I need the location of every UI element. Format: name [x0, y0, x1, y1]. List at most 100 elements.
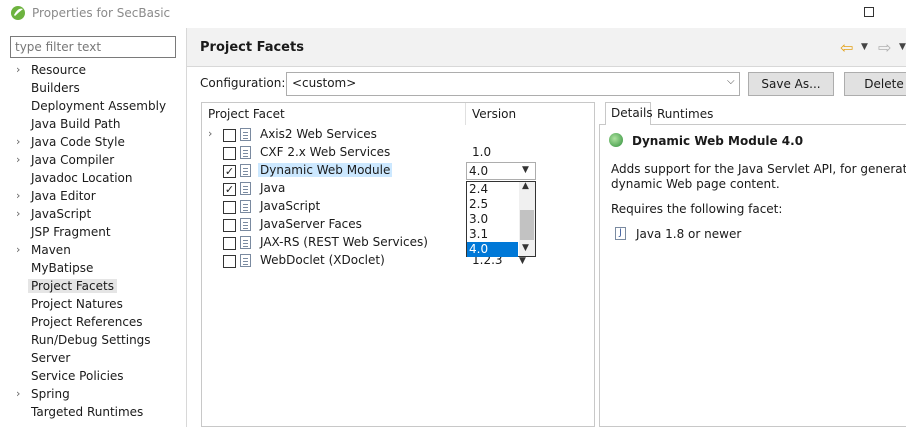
chevron-down-icon[interactable]: ▼: [519, 256, 526, 266]
facet-document-icon: [240, 164, 251, 177]
nav-item-label: Targeted Runtimes: [31, 405, 144, 419]
column-separator[interactable]: [465, 103, 466, 125]
details-description-line-1: Adds support for the Java Servlet API, f…: [611, 162, 906, 176]
nav-item-java-editor[interactable]: › Java Editor: [0, 188, 186, 206]
chevron-right-icon[interactable]: ›: [16, 63, 20, 76]
facet-name: JAX-RS (REST Web Services): [260, 235, 428, 249]
facet-checkbox[interactable]: [223, 237, 236, 250]
nav-item-deployment-assembly[interactable]: Deployment Assembly: [0, 98, 186, 116]
facet-document-icon: [240, 218, 251, 231]
filter-input[interactable]: [10, 36, 176, 58]
nav-item-label: Java Build Path: [31, 117, 121, 131]
facet-row[interactable]: › Axis2 Web Services: [202, 126, 594, 144]
window-title: Properties for SecBasic: [32, 6, 171, 20]
delete-button[interactable]: Delete: [844, 72, 906, 96]
nav-item-label: Javadoc Location: [31, 171, 133, 185]
nav-item-targeted-runtimes[interactable]: Targeted Runtimes: [0, 404, 186, 422]
nav-item-project-references[interactable]: Project References: [0, 314, 186, 332]
web-module-globe-icon: [609, 133, 623, 147]
facet-name: Dynamic Web Module: [258, 163, 393, 177]
scrollbar-thumb[interactable]: [520, 210, 534, 240]
tab-details-label[interactable]: Details: [611, 106, 653, 120]
nav-item-label: Project Natures: [31, 297, 123, 311]
facet-checkbox[interactable]: [223, 201, 236, 214]
back-history-dropdown-icon[interactable]: ▼: [861, 42, 868, 52]
nav-item-label: Maven: [31, 243, 71, 257]
nav-item-run-debug-settings[interactable]: Run/Debug Settings: [0, 332, 186, 350]
chevron-down-icon[interactable]: ⌵: [727, 76, 735, 87]
forward-history-dropdown-icon[interactable]: ▼: [899, 42, 906, 52]
version-option[interactable]: 3.0: [467, 212, 518, 227]
column-header-version[interactable]: Version: [472, 107, 516, 121]
forward-arrow-icon[interactable]: ⇨: [878, 38, 891, 57]
nav-item-javadoc-location[interactable]: Javadoc Location: [0, 170, 186, 188]
nav-item-java-build-path[interactable]: Java Build Path: [0, 116, 186, 134]
nav-item-maven[interactable]: › Maven: [0, 242, 186, 260]
property-page-tree: › Resource Builders Deployment Assembly Java…: [0, 62, 186, 427]
nav-item-label: Resource: [31, 63, 87, 77]
spring-app-icon: [10, 5, 26, 21]
facet-checkbox[interactable]: ✓: [223, 165, 236, 178]
version-option[interactable]: 2.4: [467, 182, 518, 197]
scroll-up-icon[interactable]: ▲: [522, 181, 529, 191]
version-option[interactable]: 2.5: [467, 197, 518, 212]
nav-item-builders[interactable]: Builders: [0, 80, 186, 98]
nav-item-label: Server: [31, 351, 71, 365]
nav-item-project-facets[interactable]: Project Facets: [0, 278, 186, 296]
details-title: Dynamic Web Module 4.0: [632, 134, 804, 148]
nav-item-label: Java Compiler: [31, 153, 115, 167]
nav-item-javascript[interactable]: › JavaScript: [0, 206, 186, 224]
version-option[interactable]: 3.1: [467, 227, 518, 242]
facet-row[interactable]: CXF 2.x Web Services 1.0: [202, 144, 594, 162]
panel-divider[interactable]: [186, 28, 187, 427]
required-facet-java: Java 1.8 or newer: [636, 227, 742, 241]
facet-checkbox[interactable]: [223, 219, 236, 232]
chevron-right-icon[interactable]: ›: [16, 189, 20, 202]
version-option[interactable]: 4.0: [467, 242, 518, 257]
chevron-right-icon[interactable]: ›: [16, 387, 20, 400]
facet-checkbox[interactable]: [223, 129, 236, 142]
facet-checkbox[interactable]: ✓: [223, 183, 236, 196]
nav-item-jsp-fragment[interactable]: JSP Fragment: [0, 224, 186, 242]
chevron-right-icon[interactable]: ›: [16, 207, 20, 220]
maximize-icon[interactable]: [864, 7, 874, 17]
facet-version[interactable]: 1.0: [472, 145, 491, 159]
save-as-button[interactable]: Save As...: [748, 72, 834, 96]
facet-name: CXF 2.x Web Services: [260, 145, 391, 159]
nav-item-service-policies[interactable]: Service Policies: [0, 368, 186, 386]
nav-item-label: Run/Debug Settings: [31, 333, 151, 347]
nav-item-spring[interactable]: › Spring: [0, 386, 186, 404]
nav-item-label: JavaScript: [31, 207, 92, 221]
scroll-down-icon[interactable]: ▼: [522, 243, 529, 253]
nav-item-label: Java Editor: [31, 189, 96, 203]
column-header-project-facet[interactable]: Project Facet: [208, 107, 285, 121]
facet-document-icon: [240, 128, 251, 141]
facet-name: WebDoclet (XDoclet): [260, 253, 385, 267]
java-facet-icon: J: [615, 227, 626, 240]
facet-name: Axis2 Web Services: [260, 127, 377, 141]
nav-item-resource[interactable]: › Resource: [0, 62, 186, 80]
nav-item-label: Project Facets: [28, 279, 117, 293]
nav-item-label: Project References: [31, 315, 143, 329]
nav-item-server[interactable]: Server: [0, 350, 186, 368]
back-arrow-icon[interactable]: ⇦: [840, 38, 853, 57]
nav-item-label: Deployment Assembly: [31, 99, 167, 113]
chevron-right-icon[interactable]: ›: [16, 135, 20, 148]
chevron-right-icon[interactable]: ›: [16, 153, 20, 166]
facet-checkbox[interactable]: [223, 255, 236, 268]
version-combo-value: 4.0: [469, 164, 489, 178]
chevron-right-icon[interactable]: ›: [208, 127, 212, 140]
nav-item-java-code-style[interactable]: › Java Code Style: [0, 134, 186, 152]
tab-runtimes[interactable]: Runtimes: [657, 107, 713, 121]
facet-name: Java: [260, 181, 286, 195]
facet-name: JavaServer Faces: [260, 217, 362, 231]
facet-document-icon: [240, 236, 251, 249]
chevron-down-icon[interactable]: ▼: [522, 165, 529, 175]
facet-document-icon: [240, 254, 251, 267]
facet-name: JavaScript: [260, 199, 321, 213]
nav-item-java-compiler[interactable]: › Java Compiler: [0, 152, 186, 170]
nav-item-project-natures[interactable]: Project Natures: [0, 296, 186, 314]
facet-checkbox[interactable]: [223, 147, 236, 160]
nav-item-mybatipse[interactable]: MyBatipse: [0, 260, 186, 278]
chevron-right-icon[interactable]: ›: [16, 243, 20, 256]
